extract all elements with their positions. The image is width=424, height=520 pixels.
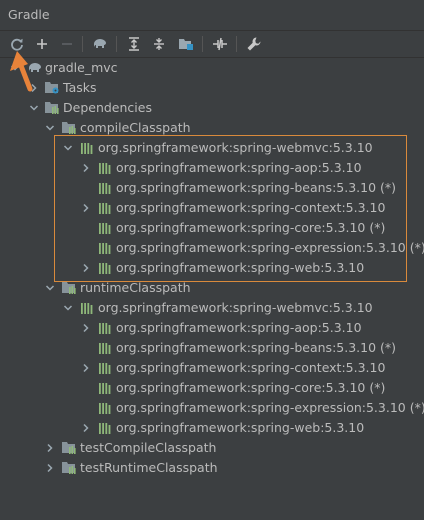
toolbar-separator [202,36,203,52]
collapse-arrow-icon[interactable] [28,82,40,94]
tree-node-label: runtimeClasspath [80,280,191,295]
wrench-icon[interactable] [245,35,263,53]
library-folder-icon [62,121,76,135]
toolbar-separator [236,36,237,52]
library-folder-icon [45,101,59,115]
tool-window-title: Gradle [8,7,50,22]
tree-node-dependency[interactable]: org.springframework:spring-web:5.3.10 [0,418,424,438]
tree-node-label: Dependencies [63,100,152,115]
gradle-elephant-icon [27,61,41,75]
tree-node-dependencies[interactable]: Dependencies [0,98,424,118]
tool-window-header: Gradle [0,0,424,31]
collapse-arrow-icon[interactable] [44,462,56,474]
toolbar-separator [116,36,117,52]
expand-arrow-icon[interactable] [28,102,40,114]
library-icon [98,341,112,355]
tree-node-tasks[interactable]: Tasks [0,78,424,98]
library-folder-icon [62,441,76,455]
tree-node-test-runtime-classpath[interactable]: testRuntimeClasspath [0,458,424,478]
expand-arrow-icon[interactable] [44,122,56,134]
tree-node-label: org.springframework:spring-core:5.3.10 (… [116,380,386,395]
library-icon [98,421,112,435]
plus-icon[interactable] [33,35,51,53]
tree-node-label: org.springframework:spring-expression:5.… [116,400,424,415]
library-folder-icon [62,461,76,475]
collapse-arrow-icon[interactable] [80,422,92,434]
highlight-box [54,135,407,282]
collapse-arrow-icon[interactable] [44,442,56,454]
tree-node-label: org.springframework:spring-beans:5.3.10 … [116,340,397,355]
library-icon [98,321,112,335]
tree-node-dependency[interactable]: org.springframework:spring-expression:5.… [0,398,424,418]
library-icon [98,381,112,395]
library-folder-icon [62,281,76,295]
library-icon [98,361,112,375]
tree-node-label: org.springframework:spring-context:5.3.1… [116,360,386,375]
expand-arrow-icon[interactable] [44,282,56,294]
tree-node-dependency[interactable]: org.springframework:spring-beans:5.3.10 … [0,338,424,358]
tree-node-dependency[interactable]: org.springframework:spring-context:5.3.1… [0,358,424,378]
tree-node-label: Tasks [63,80,97,95]
elephant-icon[interactable] [91,35,109,53]
tree-node-label: testRuntimeClasspath [80,460,218,475]
library-icon [80,301,94,315]
tree-node-label: org.springframework:spring-web:5.3.10 [116,420,365,435]
tree-node-test-compile-classpath[interactable]: testCompileClasspath [0,438,424,458]
tree-node-project[interactable]: gradle_mvc [0,58,424,78]
toolbar-separator [82,36,83,52]
collapse-arrow-icon[interactable] [80,362,92,374]
library-icon [98,401,112,415]
tree-node-label: org.springframework:spring-aop:5.3.10 [116,320,362,335]
tree-node-label: compileClasspath [80,120,191,135]
gradle-project-tree: gradle_mvc Tasks Dependencies compileClassp… [0,58,424,520]
tree-node-label: testCompileClasspath [80,440,217,455]
tree-node-dependency[interactable]: org.springframework:spring-aop:5.3.10 [0,318,424,338]
collapse-all-icon[interactable] [150,35,168,53]
gradle-toolbar [0,31,424,58]
tasks-folder-icon [45,81,59,95]
tree-node-label: gradle_mvc [45,60,118,75]
toggle-offline-icon[interactable] [211,35,229,53]
minus-icon[interactable] [58,35,76,53]
collapse-arrow-icon[interactable] [80,322,92,334]
refresh-icon[interactable] [8,35,26,53]
tree-node-dependency[interactable]: org.springframework:spring-core:5.3.10 (… [0,378,424,398]
expand-arrow-icon[interactable] [62,302,74,314]
tree-node-label: org.springframework:spring-webmvc:5.3.10 [98,300,373,315]
tree-node-dependency[interactable]: org.springframework:spring-webmvc:5.3.10 [0,298,424,318]
expand-all-icon[interactable] [125,35,143,53]
analyze-deps-icon[interactable] [177,35,195,53]
expand-arrow-icon[interactable] [9,62,21,74]
